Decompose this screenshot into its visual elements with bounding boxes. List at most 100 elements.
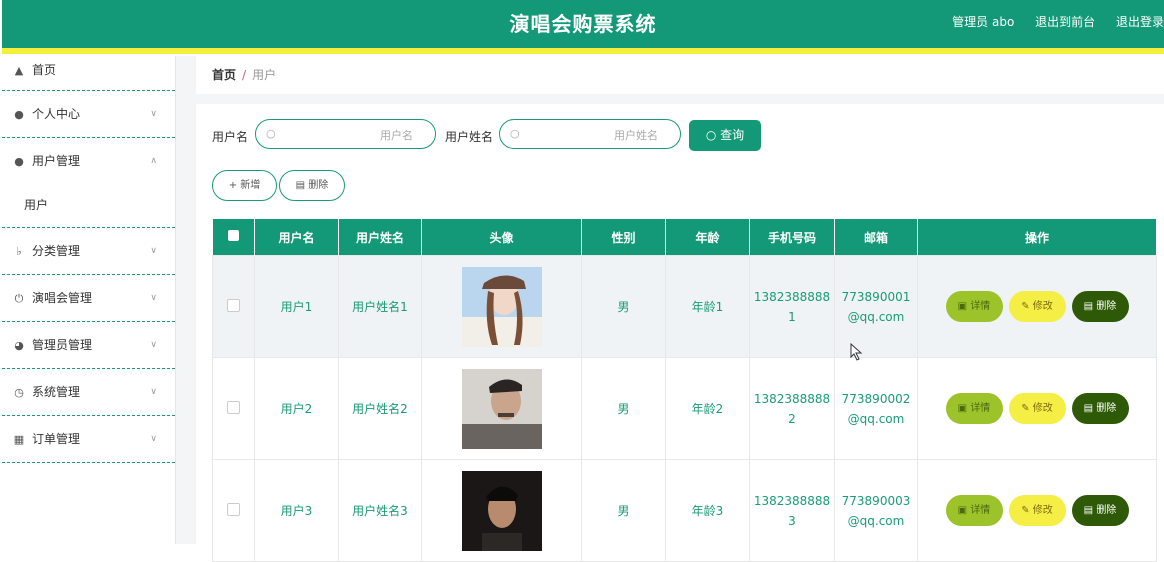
avatar-image[interactable]: [461, 266, 542, 347]
top-right-menu: 管理员 abo 退出到前台 退出登录: [935, 13, 1164, 30]
cell-actions: ▣ 详情 ✎ 修改 ▤ 删除: [917, 357, 1157, 460]
cell-age: 年龄2: [665, 357, 750, 460]
sidebar-item-profile[interactable]: ● 个人中心 ∨: [2, 91, 175, 138]
cell-email: 773890003 @qq.com: [834, 459, 918, 562]
cell-email: 773890001 @qq.com: [834, 255, 918, 358]
cell-age: 年龄1: [665, 255, 750, 358]
chevron-down-icon: ∨: [150, 246, 157, 256]
cell-avatar: [421, 459, 582, 562]
username-label: 用户名: [212, 130, 249, 144]
user-table: 用户名 用户姓名 头像 性别 年龄 手机号码 邮箱 操作 用户1 用户姓名1 男…: [212, 219, 1157, 562]
chevron-down-icon: ∨: [150, 109, 157, 119]
user-panel: 用户名 ○ 用户姓名 ○ ○ 查询 + 新增 ▤ 删除: [196, 104, 1164, 562]
power-icon: ⏻: [14, 292, 24, 305]
realname-input[interactable]: [526, 125, 660, 145]
detail-button[interactable]: ▣ 详情: [945, 393, 1003, 424]
cell-username: 用户3: [254, 459, 339, 562]
cell-phone: 1382388888 3: [749, 459, 835, 562]
sidebar-item-admin[interactable]: ◕ 管理员管理 ∨: [2, 322, 175, 369]
cell-email: 773890002 @qq.com: [834, 357, 918, 460]
edit-button[interactable]: ✎ 修改: [1008, 495, 1066, 526]
header-stripe: [2, 48, 1164, 54]
admin-label: 管理员 abo: [952, 15, 1015, 29]
username-input[interactable]: [282, 125, 415, 145]
column-header[interactable]: 用户姓名: [338, 219, 422, 256]
cell-realname: 用户姓名1: [338, 255, 422, 358]
sidebar-item-home[interactable]: ▲ 首页: [2, 56, 175, 91]
plus-icon: +: [228, 180, 238, 191]
exit-to-front-link[interactable]: 退出到前台: [1035, 13, 1095, 30]
home-icon: ▲: [14, 64, 24, 77]
search-icon: ○: [266, 127, 276, 140]
cell-avatar: [421, 255, 582, 358]
cell-actions: ▣ 详情 ✎ 修改 ▤ 删除: [917, 255, 1157, 358]
cell-phone: 1382388888 1: [749, 255, 835, 358]
bell-off-icon: ♭: [16, 245, 22, 258]
detail-button[interactable]: ▣ 详情: [945, 495, 1003, 526]
row-delete-button[interactable]: ▤ 删除: [1071, 393, 1129, 424]
cell-gender: 男: [581, 357, 666, 460]
sidebar-item-category[interactable]: ♭ 分类管理 ∨: [2, 228, 175, 275]
cell-avatar: [421, 357, 582, 460]
row-delete-button[interactable]: ▤ 删除: [1071, 495, 1129, 526]
row-checkbox[interactable]: [227, 502, 240, 516]
table-row: 用户3 用户姓名3 男 年龄3 1382388888 3 773890003 @qq…: [212, 459, 1157, 562]
edit-button[interactable]: ✎ 修改: [1008, 291, 1066, 322]
realname-label: 用户姓名: [445, 130, 494, 144]
column-header: 操作: [917, 219, 1157, 256]
chevron-down-icon: ∨: [150, 293, 157, 303]
column-header[interactable]: 邮箱: [834, 219, 918, 256]
sidebar-subitem-users[interactable]: 用户: [2, 184, 175, 228]
select-all-checkbox[interactable]: [227, 230, 239, 241]
sidebar-item-orders[interactable]: ▦ 订单管理 ∨: [2, 416, 175, 463]
cell-actions: ▣ 详情 ✎ 修改 ▤ 删除: [917, 459, 1157, 562]
cell-phone: 1382388888 2: [749, 357, 835, 460]
sidebar-item-concert[interactable]: ⏻ 演唱会管理 ∨: [2, 275, 175, 322]
column-header[interactable]: 年龄: [665, 219, 750, 256]
breadcrumb: 首页 / 用户: [196, 56, 1164, 94]
cell-username: 用户2: [254, 357, 339, 460]
column-header[interactable]: 性别: [581, 219, 666, 256]
sidebar-item-system[interactable]: ◷ 系统管理 ∨: [2, 369, 175, 416]
cell-gender: 男: [581, 255, 666, 358]
sidebar-item-user-management[interactable]: ● 用户管理 ∧: [2, 138, 175, 184]
sidebar: ▲ 首页 ● 个人中心 ∨ ● 用户管理 ∧ 用户 ♭ 分类管理 ∨ ⏻ 演唱会管理 ∨ …: [2, 56, 176, 544]
chevron-up-icon: ∧: [150, 156, 157, 166]
delete-button[interactable]: ▤ 删除: [279, 170, 345, 201]
table-row: 用户1 用户姓名1 男 年龄1 1382388888 1 773890001 @…: [212, 255, 1157, 358]
top-bar: 演唱会购票系统 管理员 abo 退出到前台 退出登录: [2, 0, 1164, 48]
chevron-down-icon: ∨: [150, 434, 157, 444]
row-checkbox[interactable]: [227, 400, 240, 414]
column-header[interactable]: 手机号码: [749, 219, 835, 256]
search-icon: ○: [705, 128, 717, 142]
user-icon: ●: [14, 108, 24, 121]
row-checkbox[interactable]: [227, 298, 240, 312]
logout-link[interactable]: 退出登录: [1116, 13, 1164, 30]
main-content: 首页 / 用户 用户名 ○ 用户姓名 ○ ○ 查询 + 新增 ▤ 删除: [176, 56, 1164, 562]
avatar-image[interactable]: [461, 470, 542, 551]
detail-button[interactable]: ▣ 详情: [945, 291, 1003, 322]
edit-button[interactable]: ✎ 修改: [1008, 393, 1066, 424]
cell-realname: 用户姓名2: [338, 357, 422, 460]
chevron-down-icon: ∨: [150, 340, 157, 350]
breadcrumb-current: 用户: [252, 68, 277, 82]
trash-icon: ▤: [295, 180, 306, 191]
avatar-image[interactable]: [461, 368, 542, 449]
add-button[interactable]: + 新增: [212, 170, 277, 201]
column-header[interactable]: 用户名: [254, 219, 339, 256]
chevron-down-icon: ∨: [150, 387, 157, 397]
table-row: 用户2 用户姓名2 男 年龄2 1382388888 2 773890002 @…: [212, 357, 1157, 460]
cell-realname: 用户姓名3: [338, 459, 422, 562]
cell-gender: 男: [581, 459, 666, 562]
query-button[interactable]: ○ 查询: [689, 120, 761, 151]
realname-search-box: ○: [499, 119, 681, 149]
row-delete-button[interactable]: ▤ 删除: [1071, 291, 1129, 322]
ticket-icon: ▦: [13, 433, 25, 446]
breadcrumb-home[interactable]: 首页: [212, 68, 236, 82]
cell-username: 用户1: [254, 255, 339, 358]
mouse-cursor-icon: [850, 343, 863, 361]
bulb-icon: ●: [14, 155, 24, 168]
table-header-row: 用户名 用户姓名 头像 性别 年龄 手机号码 邮箱 操作: [212, 219, 1157, 256]
cell-age: 年龄3: [665, 459, 750, 562]
column-header: 头像: [421, 219, 582, 256]
